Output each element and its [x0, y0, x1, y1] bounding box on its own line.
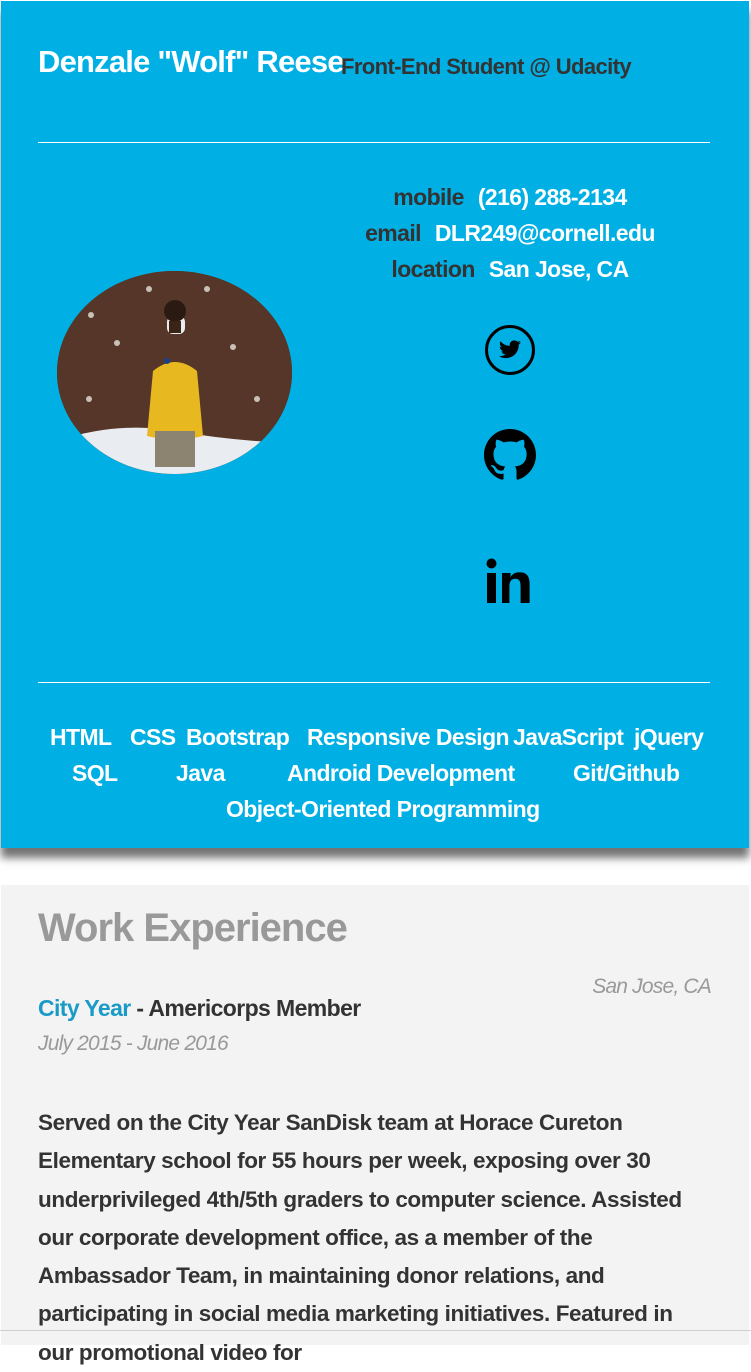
employer-link[interactable]: City Year — [38, 995, 131, 1021]
skills-row: SQL Java Android Development Git/Github — [38, 760, 710, 792]
job-position: - Americorps Member — [130, 995, 361, 1021]
job-description: Served on the City Year SanDisk team at … — [38, 1110, 682, 1365]
contact-email-label: email — [365, 220, 421, 246]
linkedin-icon[interactable] — [486, 558, 534, 604]
skill-tag: jQuery — [634, 724, 704, 750]
header-divider-bottom — [38, 682, 710, 683]
section-title: Work Experience — [38, 906, 348, 950]
contact-email-value[interactable]: DLR249@cornell.edu — [435, 220, 656, 246]
contact-mobile: mobile (216) 288-2134 — [300, 184, 720, 211]
twitter-icon[interactable] — [484, 324, 536, 376]
contact-location: location San Jose, CA — [300, 256, 720, 283]
skill-tag: JavaScript — [513, 724, 624, 750]
skill-tag: Android Development — [287, 760, 515, 786]
bottom-divider — [0, 1330, 751, 1331]
profile-name: Denzale "Wolf" Reese — [38, 44, 345, 79]
profile-role: Front-End Student @ Udacity — [341, 54, 632, 79]
skill-tag: Responsive Design — [307, 724, 510, 750]
skill-tag: Object-Oriented Programming — [226, 796, 540, 822]
contact-location-value: San Jose, CA — [488, 256, 629, 282]
contact-mobile-value[interactable]: (216) 288-2134 — [478, 184, 627, 210]
skill-tag: SQL — [72, 760, 118, 786]
skill-tag: Java — [176, 760, 225, 786]
job-dates: July 2015 - June 2016 — [38, 1032, 229, 1055]
github-icon[interactable] — [484, 429, 536, 481]
avatar — [57, 271, 292, 474]
skill-tag: Git/Github — [573, 760, 680, 786]
skill-tag: Bootstrap — [186, 724, 290, 750]
skills-row: HTML CSS Bootstrap Responsive Design Jav… — [38, 724, 710, 756]
skill-tag: CSS — [130, 724, 176, 750]
contact-email: email DLR249@cornell.edu — [300, 220, 720, 247]
skill-tag: HTML — [50, 724, 112, 750]
contact-location-label: location — [391, 256, 475, 282]
contact-mobile-label: mobile — [393, 184, 464, 210]
job-location: San Jose, CA — [592, 975, 712, 998]
job-title: City Year - Americorps Member — [38, 995, 361, 1022]
header-divider-top — [38, 142, 710, 143]
skills-row: Object-Oriented Programming — [38, 796, 710, 828]
